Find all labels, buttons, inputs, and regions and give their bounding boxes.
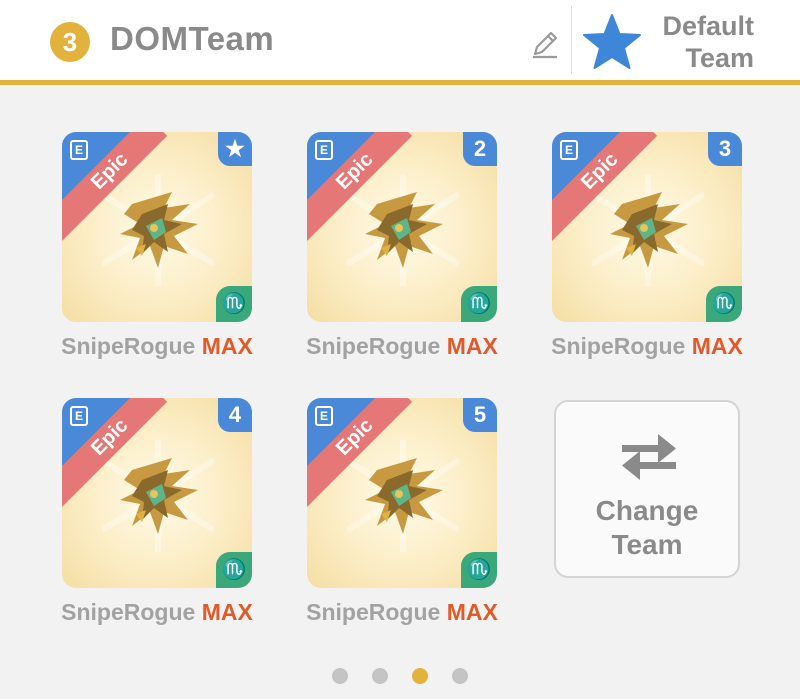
monster-name-label: SnipeRogue MAX (527, 333, 767, 360)
monster-name-label: SnipeRogue MAX (37, 333, 277, 360)
slot-number-badge: 3 (708, 132, 742, 166)
scorpio-icon: ♏ (706, 286, 742, 322)
slot-number-badge: 4 (218, 398, 252, 432)
class-icon: E (315, 140, 333, 160)
slot-number-badge: 2 (463, 132, 497, 166)
monster-name: SnipeRogue (551, 333, 686, 359)
team-member-card[interactable]: Epic E 3 ♏ (552, 132, 742, 322)
class-icon: E (560, 140, 578, 160)
monster-name-label: SnipeRogue MAX (282, 599, 522, 626)
level-max: MAX (446, 333, 498, 359)
team-number-badge: 3 (50, 22, 90, 62)
level-max: MAX (201, 333, 253, 359)
change-team-button[interactable]: Change Team (554, 400, 740, 578)
change-team-label: Change Team (595, 495, 699, 560)
scorpio-icon: ♏ (461, 286, 497, 322)
level-max: MAX (691, 333, 743, 359)
page-indicator (0, 668, 800, 686)
class-icon: E (70, 140, 88, 160)
monster-name: SnipeRogue (306, 599, 441, 625)
slot-number-badge: 5 (463, 398, 497, 432)
monster-name: SnipeRogue (61, 599, 196, 625)
class-icon: E (315, 406, 333, 426)
level-max: MAX (201, 599, 253, 625)
level-max: MAX (446, 599, 498, 625)
monster-name-label: SnipeRogue MAX (282, 333, 522, 360)
header-divider (571, 6, 572, 74)
page-dot[interactable] (412, 668, 428, 684)
swap-arrows-icon (622, 434, 676, 480)
page-dot[interactable] (332, 668, 348, 684)
team-member-card[interactable]: Epic E 5 ♏ (307, 398, 497, 588)
monster-name-label: SnipeRogue MAX (37, 599, 277, 626)
pencil-icon[interactable] (527, 26, 563, 62)
team-header: 3 DOMTeam Default Team (0, 0, 800, 85)
slot-number-badge: ★ (218, 132, 252, 166)
team-member-card[interactable]: Epic E 2 ♏ (307, 132, 497, 322)
monster-name: SnipeRogue (306, 333, 441, 359)
class-icon: E (70, 406, 88, 426)
default-team-label[interactable]: Default Team (624, 10, 754, 74)
scorpio-icon: ♏ (461, 552, 497, 588)
team-member-card[interactable]: Epic E ★ ♏ (62, 132, 252, 322)
page-dot[interactable] (372, 668, 388, 684)
scorpio-icon: ♏ (216, 286, 252, 322)
team-name: DOMTeam (110, 20, 275, 57)
page-dot[interactable] (452, 668, 468, 684)
monster-name: SnipeRogue (61, 333, 196, 359)
scorpio-icon: ♏ (216, 552, 252, 588)
team-member-card[interactable]: Epic E 4 ♏ (62, 398, 252, 588)
